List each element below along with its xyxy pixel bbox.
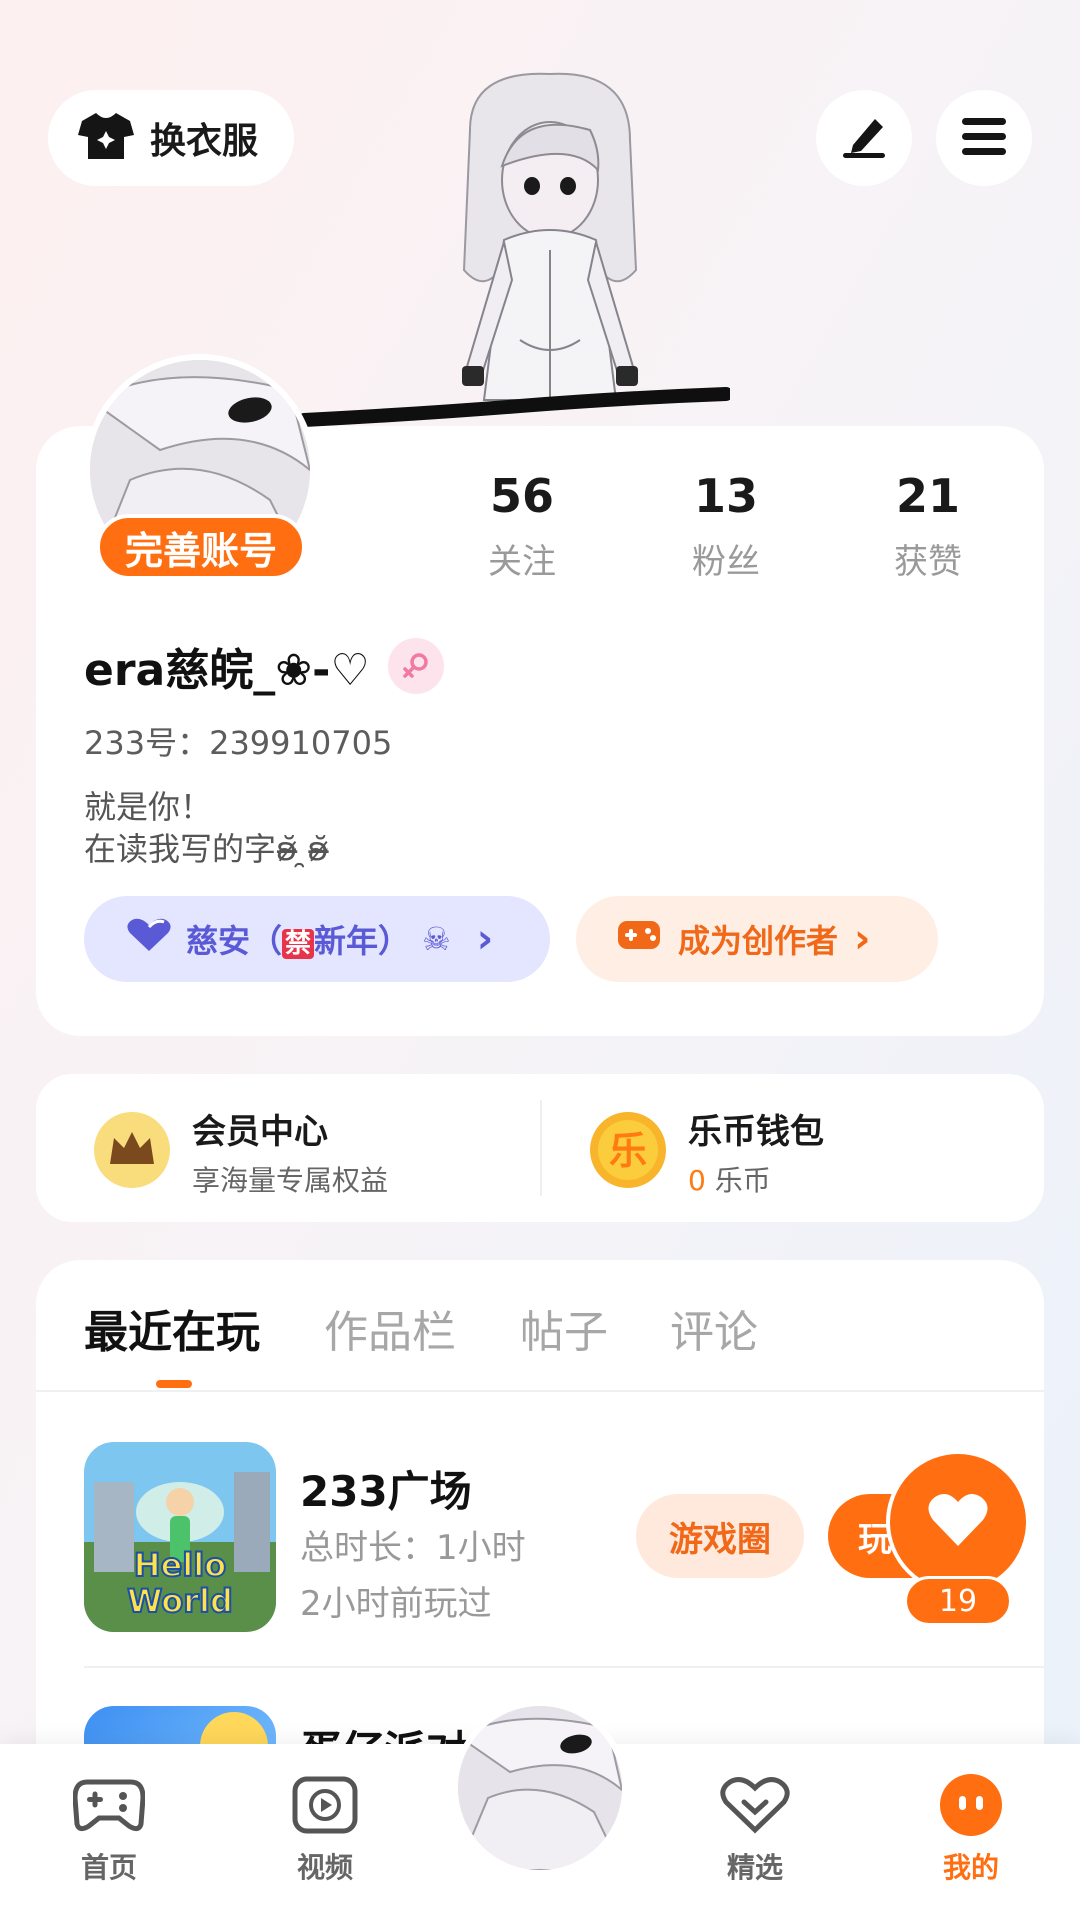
edit-profile-button[interactable] — [816, 90, 912, 186]
avatar-character[interactable] — [440, 70, 660, 430]
bio-line: 就是你！ — [84, 788, 213, 826]
avatar — [458, 1706, 622, 1870]
stat-likes[interactable]: 21 获赞 — [858, 468, 998, 583]
tab-recently-played[interactable]: 最近在玩 — [84, 1296, 260, 1360]
nav-featured[interactable]: 精选 — [690, 1772, 820, 1886]
skull-icon: ☠ — [422, 920, 451, 958]
heart-diamond-icon — [690, 1772, 820, 1838]
divider — [540, 1100, 542, 1196]
video-play-icon — [260, 1772, 390, 1838]
female-icon — [387, 638, 444, 694]
outfit-button[interactable]: 换衣服 — [48, 90, 294, 186]
face-icon — [906, 1772, 1036, 1838]
like-count: 19 — [904, 1576, 1012, 1626]
game-last-played: 2小时前玩过 — [300, 1584, 492, 1624]
tab-indicator — [156, 1380, 192, 1388]
nav-avatar-button[interactable] — [452, 1700, 628, 1876]
game-cover-text: World — [127, 1582, 233, 1620]
pen-icon — [839, 113, 889, 163]
gamepad-icon — [616, 917, 662, 961]
guild-name: 慈安（ 禁新年） — [186, 916, 410, 962]
complete-account-badge[interactable]: 完善账号 — [96, 514, 306, 580]
wallet-text: 乐币钱包 0 乐币 — [688, 1104, 824, 1199]
game-cover[interactable]: Hello World — [84, 1442, 276, 1632]
stat-fans[interactable]: 13 粉丝 — [656, 468, 796, 583]
stat-value: 13 — [693, 469, 758, 523]
stat-label: 关注 — [488, 542, 556, 582]
member-title: 会员中心 — [192, 1112, 328, 1152]
stat-label: 粉丝 — [692, 542, 760, 582]
nav-label: 首页 — [80, 1851, 137, 1884]
chevron-right-icon: › — [476, 916, 494, 962]
nickname: era慈皖_❀-♡ — [84, 645, 370, 696]
nav-video[interactable]: 视频 — [260, 1772, 390, 1886]
member-center[interactable]: 会员中心 享海量专属权益 — [92, 1104, 388, 1199]
nav-label: 我的 — [942, 1851, 999, 1884]
wallet-amount: 0 — [688, 1164, 706, 1197]
nav-label: 精选 — [726, 1851, 783, 1884]
game-cover-text: Hello — [134, 1546, 226, 1584]
tab-posts[interactable]: 帖子 — [520, 1296, 608, 1360]
heart-icon — [124, 917, 174, 961]
ban-char: 禁 — [282, 929, 315, 959]
row-divider — [84, 1666, 1044, 1668]
game-total-time: 总时长：1小时 — [300, 1528, 526, 1568]
quick-access-card: 会员中心 享海量专属权益 乐 乐币钱包 0 乐币 — [36, 1074, 1044, 1222]
wallet-balance: 0 乐币 — [688, 1159, 824, 1199]
gamepad-icon — [44, 1772, 174, 1838]
bio-line: 在读我写的字ʚ̴̶̷̆ ̯ʚ̴̶̷̆ — [84, 830, 329, 868]
user-id: 233号：239910705 — [84, 724, 393, 762]
become-creator-button[interactable]: 成为创作者 › — [576, 896, 938, 982]
stat-following[interactable]: 56 关注 — [452, 468, 592, 583]
outfit-label: 换衣服 — [150, 121, 259, 162]
coin-glyph: 乐 — [609, 1129, 647, 1173]
tshirt-icon — [78, 111, 134, 165]
guild-tag[interactable]: 慈安（ 禁新年） ☠ › — [84, 896, 550, 982]
crown-icon — [92, 1110, 172, 1194]
bio: 就是你！ 在读我写的字ʚ̴̶̷̆ ̯ʚ̴̶̷̆ — [84, 786, 329, 870]
guild-name-part: 新年） — [314, 922, 411, 960]
heart-icon — [927, 1492, 989, 1552]
nickname-row: era慈皖_❀-♡ — [84, 634, 444, 698]
guild-name-part: 慈安（ — [186, 922, 283, 960]
chevron-right-icon: › — [854, 916, 871, 962]
nav-home[interactable]: 首页 — [44, 1772, 174, 1886]
stat-value: 56 — [489, 469, 554, 523]
wallet-unit: 乐币 — [705, 1164, 771, 1197]
member-subtitle: 享海量专属权益 — [192, 1164, 389, 1197]
tab-works[interactable]: 作品栏 — [324, 1296, 456, 1360]
hamburger-menu-icon — [960, 116, 1008, 160]
coin-wallet[interactable]: 乐 乐币钱包 0 乐币 — [588, 1104, 824, 1199]
nav-label: 视频 — [296, 1851, 353, 1884]
nav-mine[interactable]: 我的 — [906, 1772, 1036, 1886]
tab-divider — [36, 1390, 1044, 1392]
game-title[interactable]: 233广场 — [300, 1458, 472, 1519]
wallet-title: 乐币钱包 — [688, 1112, 824, 1152]
menu-button[interactable] — [936, 90, 1032, 186]
stat-label: 获赞 — [894, 542, 962, 582]
stat-value: 21 — [895, 469, 960, 523]
redaction-scribble — [300, 387, 730, 427]
creator-label: 成为创作者 — [678, 922, 839, 960]
member-text: 会员中心 享海量专属权益 — [192, 1104, 388, 1199]
game-circle-button[interactable]: 游戏圈 — [636, 1494, 804, 1578]
coin-icon: 乐 — [588, 1110, 668, 1194]
like-button[interactable] — [886, 1450, 1030, 1594]
tab-comments[interactable]: 评论 — [670, 1296, 758, 1360]
